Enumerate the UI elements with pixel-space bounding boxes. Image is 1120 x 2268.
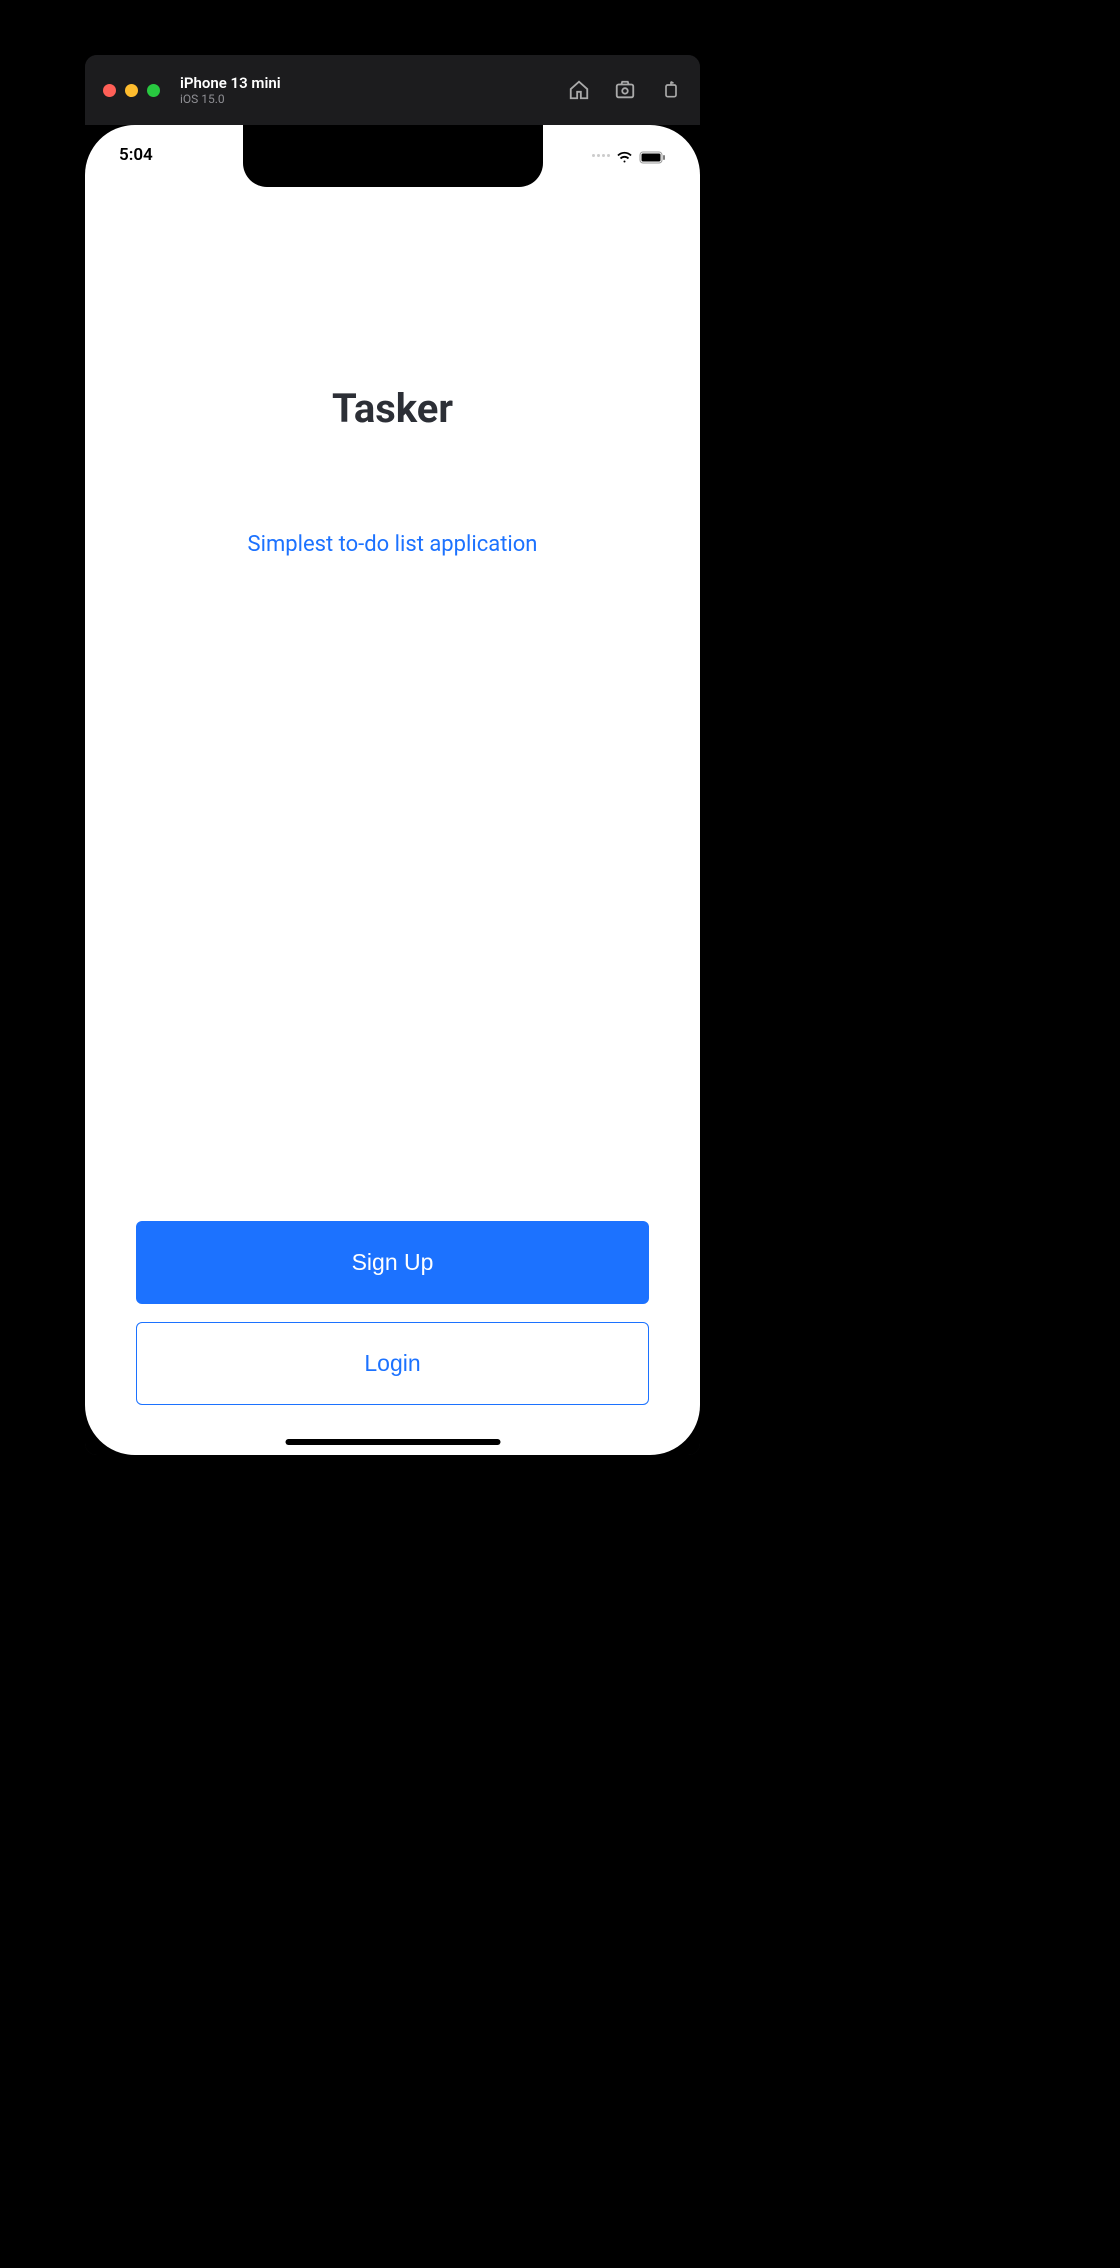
device-info: iPhone 13 mini iOS 15.0 <box>180 74 568 106</box>
home-icon[interactable] <box>568 79 590 101</box>
maximize-window-button[interactable] <box>147 84 160 97</box>
app-title: Tasker <box>85 385 700 432</box>
signup-button[interactable]: Sign Up <box>136 1221 649 1304</box>
home-indicator[interactable] <box>285 1439 500 1445</box>
status-time: 5:04 <box>119 145 153 165</box>
wifi-icon <box>616 149 633 162</box>
simulator-window: iPhone 13 mini iOS 15.0 <box>85 55 700 1455</box>
os-version: iOS 15.0 <box>180 92 568 106</box>
simulator-titlebar: iPhone 13 mini iOS 15.0 <box>85 55 700 125</box>
cellular-signal-icon <box>592 154 610 157</box>
app-subtitle: Simplest to-do list application <box>85 532 700 557</box>
minimize-window-button[interactable] <box>125 84 138 97</box>
notch <box>243 125 543 187</box>
rotate-icon[interactable] <box>660 79 682 101</box>
phone-screen: 5:04 <box>85 125 700 1455</box>
status-indicators <box>592 149 666 162</box>
screenshot-icon[interactable] <box>614 79 636 101</box>
phone-frame: 5:04 <box>85 125 700 1455</box>
close-window-button[interactable] <box>103 84 116 97</box>
traffic-lights <box>103 84 160 97</box>
app-content: Tasker Simplest to-do list application S… <box>85 125 700 1455</box>
device-name: iPhone 13 mini <box>180 74 568 92</box>
titlebar-actions <box>568 79 682 101</box>
battery-icon <box>639 149 666 162</box>
button-container: Sign Up Login <box>136 1221 649 1405</box>
login-button[interactable]: Login <box>136 1322 649 1405</box>
